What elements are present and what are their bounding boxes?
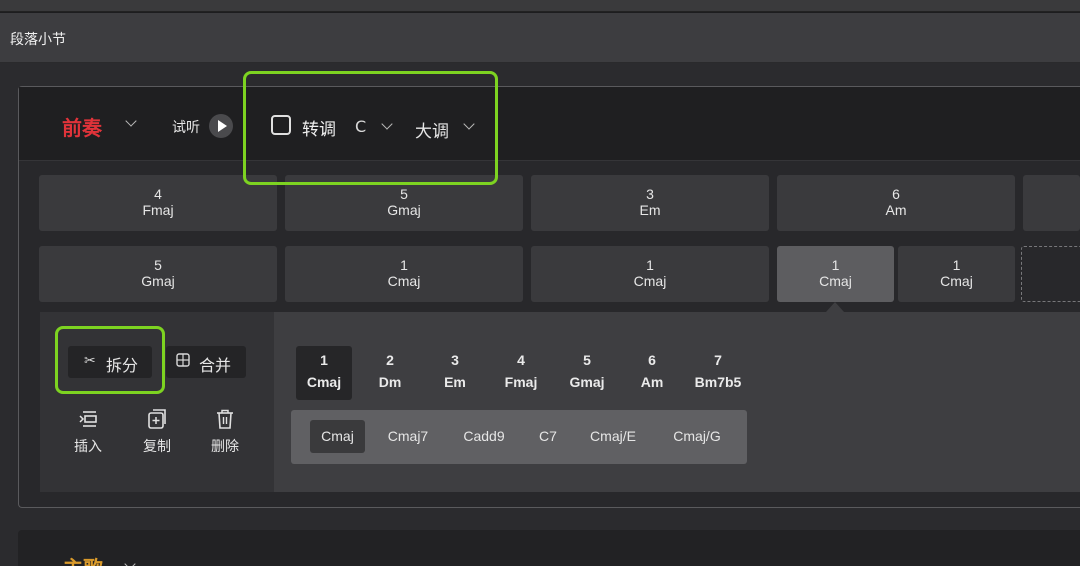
chord-cell[interactable]: 5 Gmaj bbox=[285, 175, 523, 231]
chord-name: Fmaj bbox=[504, 374, 538, 390]
chord-editor: ✂ 拆分 合并 插入 复制 删除 1 Cmaj 2 Dm 3 Em 4 Fmaj… bbox=[40, 312, 1080, 492]
chord-cell[interactable]: 6 Am bbox=[777, 175, 1015, 231]
chord-cell[interactable]: 1 Cmaj bbox=[531, 246, 769, 302]
transpose-checkbox[interactable] bbox=[271, 115, 291, 135]
chord-cell[interactable]: 3 Em bbox=[531, 175, 769, 231]
chord-degree: 5 bbox=[154, 257, 162, 273]
variant-option[interactable]: C7 bbox=[531, 420, 565, 453]
chevron-down-icon[interactable] bbox=[463, 118, 475, 130]
variant-option[interactable]: Cmaj/E bbox=[582, 420, 644, 453]
chevron-down-icon[interactable] bbox=[124, 558, 136, 566]
chord-cell[interactable] bbox=[1023, 175, 1080, 231]
chord-name: Em bbox=[639, 202, 661, 218]
chord-name: Am bbox=[885, 202, 907, 218]
merge-icon bbox=[176, 353, 190, 371]
chord-name: Cmaj bbox=[387, 273, 421, 289]
add-chord-slot[interactable] bbox=[1021, 246, 1080, 302]
chord-option[interactable]: 3 Em bbox=[427, 346, 483, 400]
chord-degree: 2 bbox=[386, 352, 394, 368]
chord-name: Gmaj bbox=[387, 202, 421, 218]
transpose-label: 转调 bbox=[302, 120, 336, 140]
chord-cell-selected[interactable]: 1 Cmaj bbox=[777, 246, 894, 302]
variant-option[interactable]: Cmaj/G bbox=[665, 420, 729, 453]
chord-degree: 3 bbox=[646, 186, 654, 202]
chord-name: Cmaj bbox=[633, 273, 667, 289]
chord-degree: 5 bbox=[583, 352, 591, 368]
copy-button[interactable]: 复制 bbox=[133, 408, 181, 456]
chord-name: Bm7b5 bbox=[694, 374, 742, 390]
chevron-down-icon[interactable] bbox=[125, 115, 137, 127]
chord-cell[interactable]: 1 Cmaj bbox=[285, 246, 523, 302]
trash-icon bbox=[201, 408, 249, 432]
title-bar: 段落小节 bbox=[0, 13, 1080, 63]
chord-name: Gmaj bbox=[141, 273, 175, 289]
variant-option[interactable]: Cadd9 bbox=[455, 420, 513, 453]
chord-option[interactable]: 6 Am bbox=[624, 346, 680, 400]
chord-name: Cmaj bbox=[306, 374, 342, 390]
chord-option[interactable]: 2 Dm bbox=[362, 346, 418, 400]
play-button[interactable] bbox=[209, 114, 233, 138]
chord-degree: 1 bbox=[831, 257, 840, 273]
section-name[interactable]: 前奏 bbox=[62, 112, 102, 141]
window-title: 段落小节 bbox=[10, 32, 66, 48]
chord-degree: 7 bbox=[714, 352, 722, 368]
top-strip bbox=[0, 0, 1080, 12]
insert-label: 插入 bbox=[74, 439, 102, 455]
delete-button[interactable]: 删除 bbox=[201, 408, 249, 456]
chord-name: Cmaj bbox=[940, 273, 973, 289]
chord-degree: 5 bbox=[400, 186, 408, 202]
chevron-down-icon[interactable] bbox=[381, 118, 393, 130]
chord-option[interactable]: 4 Fmaj bbox=[493, 346, 549, 400]
chord-degree: 3 bbox=[451, 352, 459, 368]
tool-panel: ✂ 拆分 合并 插入 复制 删除 bbox=[40, 312, 274, 492]
chord-cell[interactable]: 4 Fmaj bbox=[39, 175, 277, 231]
chord-name: Cmaj bbox=[819, 273, 852, 289]
chord-degree: 4 bbox=[517, 352, 525, 368]
merge-label: 合并 bbox=[199, 356, 232, 375]
next-section-name[interactable]: 主歌 bbox=[63, 552, 103, 566]
chord-name: Em bbox=[444, 374, 466, 390]
split-label: 拆分 bbox=[106, 356, 139, 375]
delete-label: 删除 bbox=[211, 439, 239, 455]
copy-icon bbox=[133, 408, 181, 432]
chord-degree: 1 bbox=[646, 257, 654, 273]
chord-cell[interactable]: 5 Gmaj bbox=[39, 246, 277, 302]
split-button[interactable]: ✂ 拆分 bbox=[68, 346, 152, 378]
mode-select[interactable]: 大调 bbox=[415, 117, 449, 142]
chord-option[interactable]: 7 Bm7b5 bbox=[685, 346, 751, 400]
chord-option-selected[interactable]: 1 Cmaj bbox=[296, 346, 352, 400]
play-icon bbox=[218, 120, 227, 132]
insert-button[interactable]: 插入 bbox=[64, 408, 112, 456]
next-section-panel: 主歌 bbox=[18, 530, 1080, 566]
copy-label: 复制 bbox=[143, 439, 171, 455]
merge-button[interactable]: 合并 bbox=[166, 346, 246, 378]
chord-name: Am bbox=[640, 374, 664, 390]
chord-name: Gmaj bbox=[569, 374, 605, 390]
chord-degree: 1 bbox=[400, 257, 408, 273]
variant-option-selected[interactable]: Cmaj bbox=[310, 420, 365, 453]
chord-name: Fmaj bbox=[142, 202, 174, 218]
chord-degree: 6 bbox=[892, 186, 900, 202]
chord-degree: 1 bbox=[952, 257, 961, 273]
listen-label: 试听 bbox=[172, 120, 200, 136]
chord-cell[interactable]: 1 Cmaj bbox=[898, 246, 1015, 302]
chord-name: Dm bbox=[378, 374, 402, 390]
chord-variant-bar: Cmaj Cmaj7 Cadd9 C7 Cmaj/E Cmaj/G bbox=[291, 410, 747, 464]
chord-degree: 6 bbox=[648, 352, 656, 368]
chord-degree: 1 bbox=[320, 352, 328, 368]
variant-option[interactable]: Cmaj7 bbox=[381, 420, 435, 453]
selection-pointer bbox=[826, 302, 844, 312]
section-header: 前奏 试听 转调 C 大调 bbox=[19, 87, 1080, 161]
key-select[interactable]: C bbox=[355, 117, 366, 136]
chord-option[interactable]: 5 Gmaj bbox=[558, 346, 616, 400]
scissors-icon: ✂ bbox=[84, 353, 96, 369]
insert-icon bbox=[64, 408, 112, 432]
chord-degree: 4 bbox=[154, 186, 162, 202]
